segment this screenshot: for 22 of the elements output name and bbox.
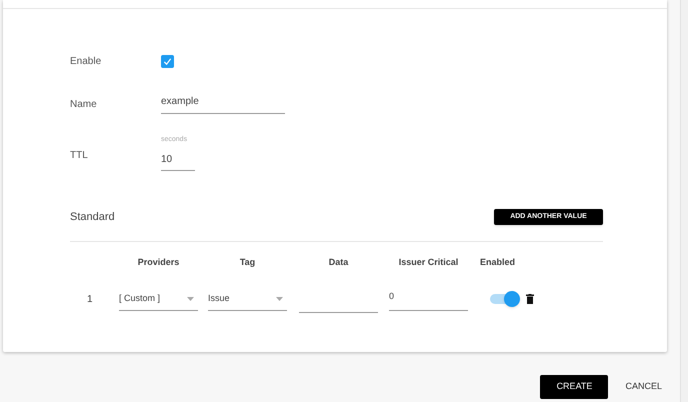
column-header: Providers: [136, 256, 180, 270]
column-header: Data: [328, 256, 350, 270]
text-field[interactable]: 0: [389, 288, 468, 310]
text-field[interactable]: example: [161, 92, 285, 114]
column-header: Tag: [238, 256, 256, 270]
checkbox[interactable]: [161, 54, 174, 68]
column-header: Issuer Critical: [398, 256, 460, 270]
field-label: TTL: [70, 148, 89, 162]
row-number: 1: [87, 292, 93, 306]
caret-icon: [276, 296, 283, 300]
field-label: Name: [70, 98, 98, 112]
dropdown[interactable]: Issue: [208, 288, 287, 310]
section-title: Standard: [70, 210, 115, 225]
dropdown[interactable]: [ Custom ]: [119, 288, 198, 310]
field-label: Enable: [70, 54, 102, 68]
caret-icon: [187, 296, 194, 300]
trash-icon[interactable]: [526, 294, 534, 304]
number-field[interactable]: 10: [161, 148, 195, 171]
cancel-button[interactable]: CANCEL: [625, 375, 662, 399]
toggle-switch[interactable]: [490, 294, 518, 304]
create-button[interactable]: CREATE: [540, 375, 608, 399]
column-header: Enabled: [480, 256, 516, 270]
